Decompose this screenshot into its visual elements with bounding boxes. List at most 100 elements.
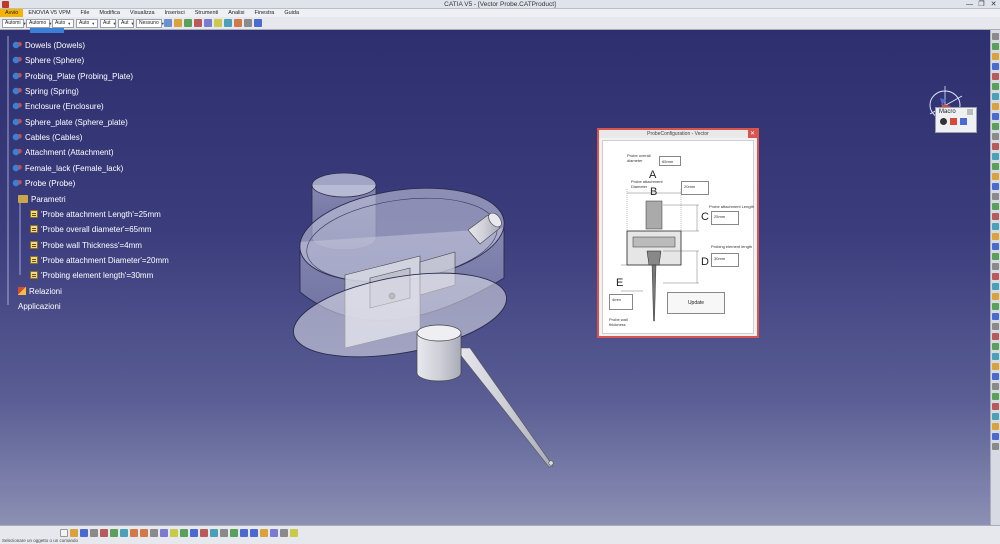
tree-param-wall-thickness[interactable]: 'Probe wall Thickness'=4mm [30, 240, 142, 250]
zoom-in-icon[interactable] [240, 529, 248, 537]
tool-icon[interactable] [174, 19, 182, 27]
lineweight-combo[interactable]: Aut ▼ [118, 18, 134, 28]
tool-icon[interactable] [992, 363, 999, 370]
attachment-length-field[interactable]: 25mm [711, 211, 739, 225]
tree-param-attachment-length[interactable]: 'Probe attachment Length'=25mm [30, 209, 161, 219]
swap-visible-space-icon[interactable] [290, 529, 298, 537]
element-length-field[interactable]: 30mm [711, 253, 739, 267]
tree-item-spring[interactable]: Spring (Spring) [12, 86, 79, 96]
hide-show-icon[interactable] [280, 529, 288, 537]
pan-icon[interactable] [220, 529, 228, 537]
tool-icon[interactable] [992, 213, 999, 220]
tool-icon[interactable] [992, 173, 999, 180]
tree-item-probing-plate[interactable]: Probing_Plate (Probing_Plate) [12, 71, 133, 81]
tool-icon[interactable] [992, 413, 999, 420]
menu-modifica[interactable]: Modifica [94, 9, 124, 17]
tree-item-probe[interactable]: Probe (Probe) [12, 178, 75, 188]
color-combo[interactable]: Auto ▼ [52, 18, 74, 28]
tool-icon[interactable] [992, 423, 999, 430]
tool-icon[interactable] [992, 223, 999, 230]
menu-strumenti[interactable]: Strumenti [190, 9, 224, 17]
record-macro-icon[interactable] [940, 118, 947, 125]
layer-combo[interactable]: Automo ▼ [26, 18, 52, 28]
tool-icon[interactable] [992, 113, 999, 120]
tool-icon[interactable] [992, 313, 999, 320]
law-icon[interactable] [190, 529, 198, 537]
options-icon[interactable] [244, 19, 252, 27]
knowledge-icon[interactable] [170, 529, 178, 537]
menu-inserisci[interactable]: Inserisci [160, 9, 190, 17]
open-file-icon[interactable] [70, 529, 78, 537]
tool-icon[interactable] [992, 133, 999, 140]
undo-icon[interactable] [130, 529, 138, 537]
fly-mode-icon[interactable] [200, 529, 208, 537]
tool-icon[interactable] [992, 193, 999, 200]
format-painter-icon[interactable] [164, 19, 172, 27]
menu-avvio[interactable]: Avvio [0, 9, 24, 17]
tool-icon[interactable] [992, 243, 999, 250]
rendering-combo[interactable]: Nessuno ▼ [136, 18, 165, 28]
view-icon[interactable] [204, 19, 212, 27]
tool-icon[interactable] [992, 373, 999, 380]
tree-item-sphere-plate[interactable]: Sphere_plate (Sphere_plate) [12, 117, 128, 127]
tree-param-overall-diameter[interactable]: 'Probe overall diameter'=65mm [30, 224, 151, 234]
minimize-button[interactable]: — [965, 0, 974, 9]
save-icon[interactable] [80, 529, 88, 537]
macro-close-icon[interactable] [967, 109, 973, 115]
tree-item-sphere[interactable]: Sphere (Sphere) [12, 55, 84, 65]
fit-all-icon[interactable] [210, 529, 218, 537]
tool-icon[interactable] [992, 293, 999, 300]
tree-root-node[interactable] [30, 28, 64, 33]
tool-icon[interactable] [992, 63, 999, 70]
whats-this-icon[interactable] [150, 529, 158, 537]
tool-icon[interactable] [992, 303, 999, 310]
tool-icon[interactable] [992, 443, 999, 450]
link-icon[interactable] [194, 19, 202, 27]
tool-icon[interactable] [992, 273, 999, 280]
overall-diameter-field[interactable]: 65mm [659, 156, 681, 166]
tool-icon[interactable] [992, 283, 999, 290]
section-icon[interactable] [234, 19, 242, 27]
menu-visualizza[interactable]: Visualizza [125, 9, 160, 17]
transparency-combo[interactable]: Auto ▼ [76, 18, 98, 28]
formula-icon[interactable] [160, 529, 168, 537]
tool-icon[interactable] [992, 263, 999, 270]
rotate-icon[interactable] [230, 529, 238, 537]
tool-icon[interactable] [992, 333, 999, 340]
tool-icon[interactable] [992, 123, 999, 130]
tool-icon[interactable] [992, 143, 999, 150]
tree-item-attachment[interactable]: Attachment (Attachment) [12, 147, 113, 157]
style-combo[interactable]: Automi ▼ [2, 18, 27, 28]
tool-icon[interactable] [992, 83, 999, 90]
search-icon[interactable] [214, 19, 222, 27]
normal-view-icon[interactable] [260, 529, 268, 537]
tool-icon[interactable] [992, 233, 999, 240]
tool-icon[interactable] [992, 103, 999, 110]
tool-icon[interactable] [992, 203, 999, 210]
tool-icon[interactable] [992, 343, 999, 350]
tree-param-element-length[interactable]: 'Probing element length'=30mm [30, 270, 153, 280]
tree-item-cables[interactable]: Cables (Cables) [12, 132, 82, 142]
design-table-icon[interactable] [180, 529, 188, 537]
tool-icon[interactable] [992, 93, 999, 100]
tool-icon[interactable] [992, 253, 999, 260]
menu-finestra[interactable]: Finestra [250, 9, 280, 17]
attachment-diameter-field[interactable]: 20mm [681, 181, 709, 195]
tree-item-dowels[interactable]: Dowels (Dowels) [12, 40, 85, 50]
view-mode-icon[interactable] [270, 529, 278, 537]
tool-icon[interactable] [992, 323, 999, 330]
linetype-combo[interactable]: Aut ▼ [100, 18, 116, 28]
menu-guida[interactable]: Guida [279, 9, 304, 17]
tool-icon[interactable] [992, 183, 999, 190]
paste-icon[interactable] [120, 529, 128, 537]
update-button[interactable]: Update [667, 292, 725, 314]
maximize-button[interactable]: ❐ [977, 0, 986, 9]
tool-icon[interactable] [992, 393, 999, 400]
zoom-out-icon[interactable] [250, 529, 258, 537]
tool-icon[interactable] [992, 43, 999, 50]
tool-icon[interactable] [992, 163, 999, 170]
redo-icon[interactable] [140, 529, 148, 537]
tool-icon[interactable] [992, 353, 999, 360]
menu-enovia[interactable]: ENOVIA V5 VPM [23, 9, 75, 17]
menu-analisi[interactable]: Analisi [223, 9, 249, 17]
